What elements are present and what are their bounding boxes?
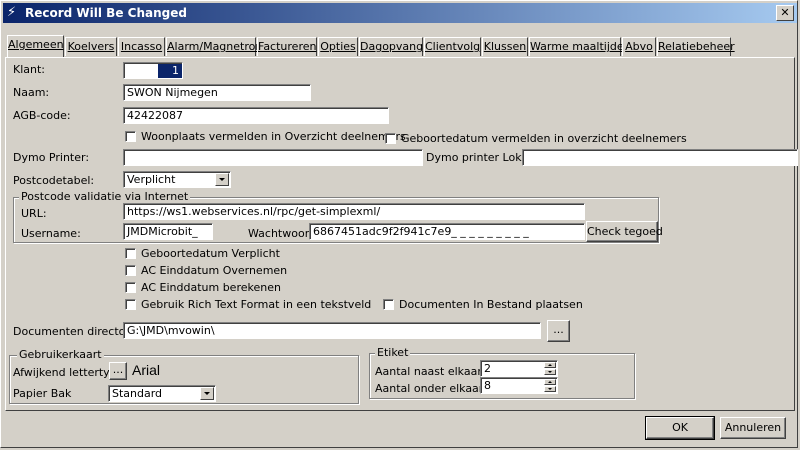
tab-koelvers[interactable]: Koelvers xyxy=(65,37,117,56)
ac-einddatum-overnemen-checkbox[interactable] xyxy=(125,265,136,276)
dialog-window: ⚡ Record Will Be Changed ✕ Algemeen Koel… xyxy=(0,0,798,448)
woonplaats-checkbox[interactable] xyxy=(125,131,136,142)
rich-text-label: Gebruik Rich Text Format in een tekstvel… xyxy=(141,298,372,311)
agb-code-field[interactable]: 42422087 xyxy=(123,107,389,124)
spinner-arrows[interactable] xyxy=(544,362,556,375)
geboortedatum-vermelden-label: Geboortedatum vermelden in overzicht dee… xyxy=(401,132,687,145)
tab-algemeen[interactable]: Algemeen xyxy=(7,35,64,57)
dymo-lokaal-field[interactable] xyxy=(522,149,798,166)
ac-einddatum-berekenen-checkbox[interactable] xyxy=(125,282,136,293)
rich-text-checkbox[interactable] xyxy=(125,299,136,310)
chevron-down-icon[interactable] xyxy=(200,387,214,400)
tab-factureren[interactable]: Factureren xyxy=(257,37,317,56)
ok-button[interactable]: OK xyxy=(645,416,715,440)
aantal-onder-value: 8 xyxy=(484,379,491,392)
lettertype-button[interactable]: ... xyxy=(109,362,127,380)
documenten-directory-label: Documenten directory: xyxy=(13,325,140,338)
gebruikerkaart-title: Gebruikerkaart xyxy=(17,348,104,361)
spin-up-icon[interactable] xyxy=(544,362,556,368)
papier-bak-select[interactable]: Standard xyxy=(108,385,216,402)
url-field[interactable]: https://ws1.webservices.nl/rpc/get-simpl… xyxy=(123,203,585,220)
geboortedatum-vermelden-checkbox[interactable] xyxy=(385,133,396,144)
aantal-naast-spinner[interactable]: 2 xyxy=(480,360,558,377)
naam-field[interactable]: SWON Nijmegen xyxy=(123,84,311,101)
documenten-bestand-label: Documenten In Bestand plaatsen xyxy=(399,298,583,311)
tab-clientvolg[interactable]: Clientvolg xyxy=(424,37,481,56)
aantal-naast-label: Aantal naast elkaar xyxy=(375,365,482,378)
dymo-printer-field[interactable] xyxy=(123,149,423,166)
klant-label: Klant: xyxy=(13,63,46,76)
title-bar[interactable]: ⚡ Record Will Be Changed ✕ xyxy=(3,3,797,23)
spin-up-icon[interactable] xyxy=(544,379,556,385)
postcodetabel-label: Postcodetabel: xyxy=(13,174,95,187)
url-label: URL: xyxy=(21,207,47,220)
ac-einddatum-overnemen-label: AC Einddatum Overnemen xyxy=(141,264,288,277)
aantal-naast-value: 2 xyxy=(484,362,491,375)
spin-down-icon[interactable] xyxy=(544,386,556,392)
cancel-button[interactable]: Annuleren xyxy=(720,417,786,439)
tab-opties[interactable]: Opties xyxy=(318,37,358,56)
dymo-printer-label: Dymo Printer: xyxy=(13,151,90,164)
geboortedatum-verplicht-checkbox[interactable] xyxy=(125,248,136,259)
username-field[interactable]: JMDMicrobit_ xyxy=(123,223,213,240)
documenten-directory-field[interactable]: G:\JMD\mvowin\ xyxy=(123,322,541,339)
geboortedatum-verplicht-label: Geboortedatum Verplicht xyxy=(141,247,280,260)
tab-klussen[interactable]: Klussen xyxy=(482,37,528,56)
agb-code-label: AGB-code: xyxy=(13,109,71,122)
etiket-title: Etiket xyxy=(375,346,411,359)
app-icon: ⚡ xyxy=(7,5,17,20)
spinner-arrows[interactable] xyxy=(544,379,556,392)
postcode-validatie-title: Postcode validatie via Internet xyxy=(19,190,191,203)
tab-warme-maaltijden[interactable]: Warme maaltijden xyxy=(529,37,631,56)
naam-label: Naam: xyxy=(13,86,50,99)
font-preview: Arial xyxy=(132,362,161,378)
chevron-down-icon[interactable] xyxy=(215,173,229,186)
ac-einddatum-berekenen-label: AC Einddatum berekenen xyxy=(141,281,281,294)
postcodetabel-value: Verplicht xyxy=(127,173,176,186)
tab-incasso[interactable]: Incasso xyxy=(118,37,165,56)
klant-field[interactable]: 1 xyxy=(123,62,183,79)
browse-button[interactable]: ... xyxy=(547,320,570,342)
check-tegoed-button[interactable]: Check tegoed xyxy=(586,221,663,242)
afwijkend-lettertype-label: Afwijkend lettertype xyxy=(13,366,124,379)
woonplaats-label: Woonplaats vermelden in Overzicht deelne… xyxy=(141,130,406,143)
postcodetabel-select[interactable]: Verplicht xyxy=(123,171,231,188)
tab-abvo[interactable]: Abvo xyxy=(622,37,656,56)
papier-bak-label: Papier Bak xyxy=(13,387,72,400)
username-label: Username: xyxy=(21,227,81,240)
tab-dagopvang[interactable]: Dagopvang xyxy=(359,37,423,56)
spin-down-icon[interactable] xyxy=(544,369,556,375)
aantal-onder-spinner[interactable]: 8 xyxy=(480,377,558,394)
documenten-bestand-checkbox[interactable] xyxy=(383,299,394,310)
aantal-onder-label: Aantal onder elkaar xyxy=(375,382,484,395)
tab-relatiebeheer[interactable]: Relatiebeheer xyxy=(657,37,735,56)
close-button[interactable]: ✕ xyxy=(776,5,794,21)
papier-bak-value: Standard xyxy=(112,387,163,400)
tab-alarm-magnetron[interactable]: Alarm/Magnetron xyxy=(166,37,262,56)
wachtwoord-field[interactable]: 6867451adc9f2f941c7e9_ _ _ _ _ _ _ _ _ xyxy=(309,223,585,240)
window-title: Record Will Be Changed xyxy=(25,6,187,20)
